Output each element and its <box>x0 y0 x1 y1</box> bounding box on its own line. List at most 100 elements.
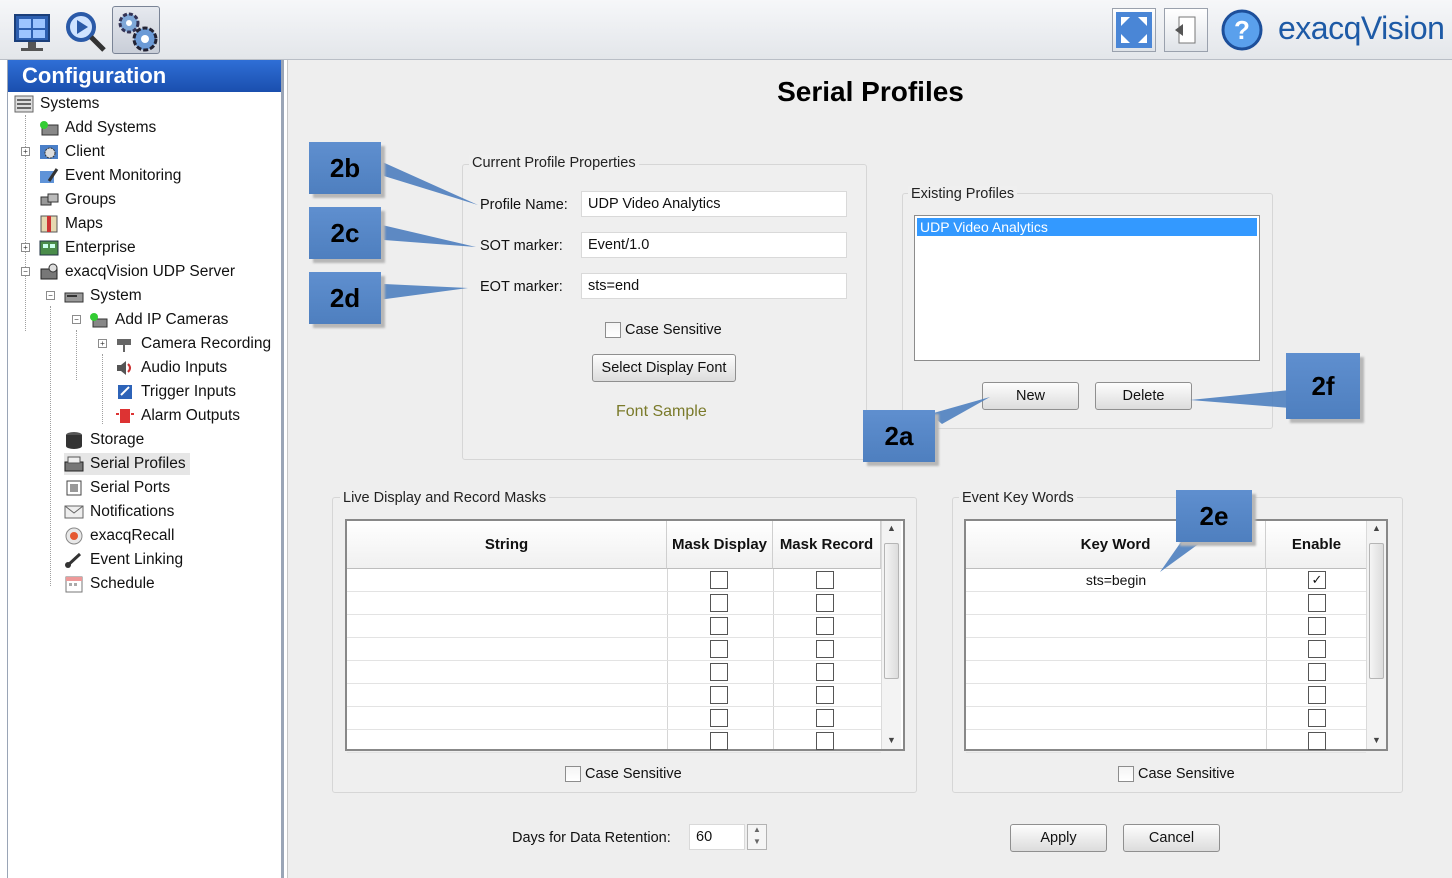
collapse-toggle[interactable]: − <box>46 291 55 300</box>
scroll-thumb[interactable] <box>884 543 899 679</box>
sidebar-item-event-monitoring[interactable]: Event Monitoring <box>39 165 181 187</box>
sidebar-item-alarm-outputs[interactable]: Alarm Outputs <box>115 405 240 427</box>
keywords-scrollbar[interactable]: ▲ ▼ <box>1366 521 1386 749</box>
retention-input[interactable]: 60 <box>689 824 745 850</box>
existing-profiles-list[interactable]: UDP Video Analytics <box>914 215 1260 361</box>
mask-display-checkbox[interactable] <box>710 617 728 635</box>
expand-toggle[interactable]: + <box>21 147 30 156</box>
delete-profile-button[interactable]: Delete <box>1095 382 1192 410</box>
table-row[interactable] <box>347 730 881 753</box>
expand-toggle[interactable]: + <box>98 339 107 348</box>
keyword-enable-checkbox[interactable] <box>1308 594 1326 612</box>
table-row[interactable] <box>966 684 1366 707</box>
mask-record-checkbox[interactable] <box>816 571 834 589</box>
sidebar-item-label: Groups <box>65 191 116 208</box>
sidebar-item-systems[interactable]: Systems <box>14 93 99 115</box>
table-row[interactable] <box>966 638 1366 661</box>
column-header-string[interactable]: String <box>347 521 667 569</box>
search-button[interactable] <box>60 6 108 54</box>
sidebar-item-add-ip-cameras[interactable]: Add IP Cameras <box>89 309 228 331</box>
masks-case-sensitive-checkbox[interactable] <box>565 766 581 782</box>
mask-record-checkbox[interactable] <box>816 617 834 635</box>
sidebar-item-enterprise[interactable]: Enterprise <box>39 237 136 259</box>
table-row[interactable] <box>347 684 881 707</box>
sidebar-item-event-linking[interactable]: Event Linking <box>64 549 183 571</box>
table-row[interactable] <box>347 638 881 661</box>
table-row[interactable] <box>966 592 1366 615</box>
sot-marker-input[interactable]: Event/1.0 <box>581 232 847 258</box>
column-header-mask-display[interactable]: Mask Display <box>667 521 773 569</box>
table-row[interactable] <box>347 569 881 592</box>
column-header-enable[interactable]: Enable <box>1266 521 1368 569</box>
expand-toggle[interactable]: + <box>21 243 30 252</box>
table-row[interactable] <box>347 661 881 684</box>
sidebar-item-exacqrecall[interactable]: exacqRecall <box>64 525 174 547</box>
keyword-enable-checkbox[interactable] <box>1308 640 1326 658</box>
profile-list-item[interactable]: UDP Video Analytics <box>917 218 1257 236</box>
sidebar-item-camera-recording[interactable]: Camera Recording <box>115 333 271 355</box>
spin-up-icon[interactable]: ▲ <box>753 825 761 834</box>
keyword-enable-checkbox[interactable] <box>1308 663 1326 681</box>
mask-display-checkbox[interactable] <box>710 709 728 727</box>
keywords-case-sensitive-checkbox[interactable] <box>1118 766 1134 782</box>
live-view-button[interactable] <box>8 6 56 54</box>
sidebar-item-serial-ports[interactable]: Serial Ports <box>64 477 170 499</box>
mask-display-checkbox[interactable] <box>710 686 728 704</box>
mask-display-checkbox[interactable] <box>710 732 728 750</box>
sidebar-item-storage[interactable]: Storage <box>64 429 144 451</box>
sidebar-item-audio-inputs[interactable]: Audio Inputs <box>115 357 227 379</box>
help-button[interactable]: ? <box>1220 8 1266 52</box>
sidebar-item-schedule[interactable]: Schedule <box>64 573 155 595</box>
fullscreen-button[interactable] <box>1112 8 1156 52</box>
column-header-mask-record[interactable]: Mask Record <box>773 521 881 569</box>
table-row[interactable] <box>347 707 881 730</box>
mask-record-checkbox[interactable] <box>816 709 834 727</box>
sidebar-item-trigger-inputs[interactable]: Trigger Inputs <box>115 381 236 403</box>
mask-record-checkbox[interactable] <box>816 732 834 750</box>
mask-display-checkbox[interactable] <box>710 594 728 612</box>
sidebar-item-notifications[interactable]: Notifications <box>64 501 174 523</box>
keyword-enable-checkbox[interactable] <box>1308 709 1326 727</box>
keyword-enable-checkbox[interactable] <box>1308 686 1326 704</box>
mask-display-checkbox[interactable] <box>710 663 728 681</box>
new-profile-button[interactable]: New <box>982 382 1079 410</box>
mask-record-checkbox[interactable] <box>816 663 834 681</box>
table-row[interactable] <box>347 592 881 615</box>
retention-spinner[interactable]: ▲ ▼ <box>747 824 767 850</box>
mask-record-checkbox[interactable] <box>816 640 834 658</box>
configuration-button[interactable] <box>112 6 160 54</box>
collapse-toggle[interactable]: − <box>72 315 81 324</box>
eot-marker-input[interactable]: sts=end <box>581 273 847 299</box>
table-row[interactable]: sts=begin ✓ <box>966 569 1366 592</box>
table-row[interactable] <box>966 730 1366 753</box>
cancel-button[interactable]: Cancel <box>1123 824 1220 852</box>
spin-down-icon[interactable]: ▼ <box>753 837 761 846</box>
sidebar-item-groups[interactable]: Groups <box>39 189 116 211</box>
keyword-cell[interactable]: sts=begin <box>966 572 1266 588</box>
collapse-toggle[interactable]: − <box>21 267 30 276</box>
table-row[interactable] <box>966 615 1366 638</box>
table-row[interactable] <box>966 707 1366 730</box>
profile-name-input[interactable]: UDP Video Analytics <box>581 191 847 217</box>
sidebar-item-client[interactable]: Client <box>39 141 105 163</box>
back-button[interactable] <box>1164 8 1208 52</box>
mask-record-checkbox[interactable] <box>816 686 834 704</box>
table-row[interactable] <box>966 661 1366 684</box>
profile-case-sensitive-checkbox[interactable] <box>605 322 621 338</box>
sidebar-item-serial-profiles[interactable]: Serial Profiles <box>64 453 190 475</box>
mask-record-checkbox[interactable] <box>816 594 834 612</box>
sidebar-item-udp-server[interactable]: exacqVision UDP Server <box>39 261 235 283</box>
sidebar-item-add-systems[interactable]: Add Systems <box>39 117 156 139</box>
scroll-thumb[interactable] <box>1369 543 1384 679</box>
apply-button[interactable]: Apply <box>1010 824 1107 852</box>
select-display-font-button[interactable]: Select Display Font <box>592 354 736 382</box>
sidebar-item-maps[interactable]: Maps <box>39 213 103 235</box>
mask-display-checkbox[interactable] <box>710 640 728 658</box>
keyword-enable-checkbox[interactable]: ✓ <box>1308 571 1326 589</box>
keyword-enable-checkbox[interactable] <box>1308 732 1326 750</box>
mask-display-checkbox[interactable] <box>710 571 728 589</box>
masks-scrollbar[interactable]: ▲ ▼ <box>881 521 901 749</box>
sidebar-item-system[interactable]: System <box>64 285 142 307</box>
keyword-enable-checkbox[interactable] <box>1308 617 1326 635</box>
table-row[interactable] <box>347 615 881 638</box>
